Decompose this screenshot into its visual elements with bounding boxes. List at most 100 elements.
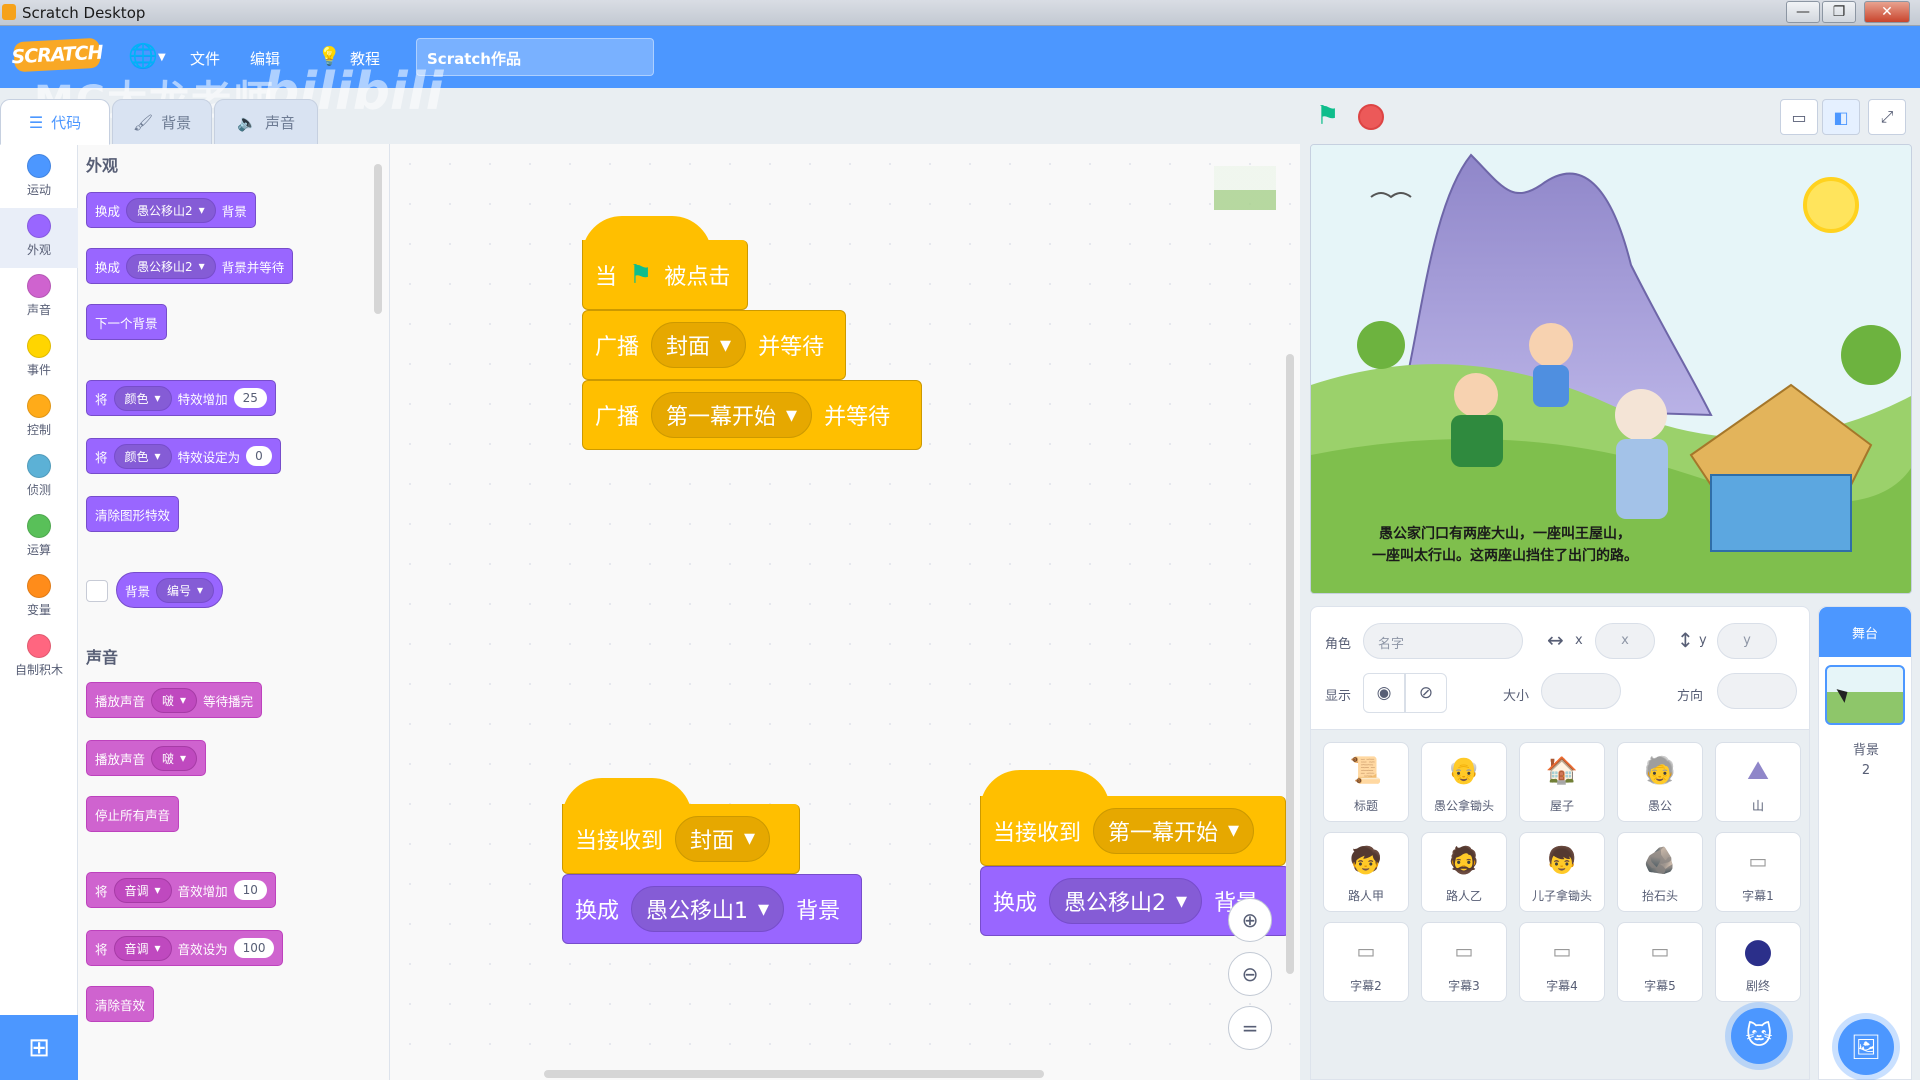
stop-button[interactable] [1358,104,1384,130]
sprite-tile[interactable]: 👦 儿子拿锄头 [1519,832,1605,912]
when-i-receive-block[interactable]: 当接收到 封面 ▾ [562,804,800,874]
sprite-direction-input[interactable] [1717,673,1797,709]
effect-dropdown[interactable]: 颜色 ▾ [113,385,172,411]
category-variables[interactable]: 变量 [0,568,78,628]
switch-backdrop-block[interactable]: 换成 愚公移山1 ▾ 背景 [562,874,862,944]
project-title-input[interactable]: Scratch作品 [416,38,654,76]
sprite-tile[interactable]: 🧔 路人乙 [1421,832,1507,912]
chevron-down-icon: ▾ [180,693,187,707]
sprite-tile[interactable]: ▭ 字幕1 [1715,832,1801,912]
backdrop-dropdown[interactable]: 愚公移山2 ▾ [126,197,216,223]
add-backdrop-button[interactable]: 🖼 [1838,1019,1894,1075]
start-sound-block[interactable]: 播放声音 啵 ▾ [86,740,207,776]
normal-stage-button[interactable]: ◧ [1822,99,1860,135]
sprite-tile[interactable]: 🧒 路人甲 [1323,832,1409,912]
broadcast-and-wait-block[interactable]: 广播 第一幕开始 ▾ 并等待 [582,380,922,450]
clear-effects-block[interactable]: 清除图形特效 [86,496,180,532]
restore-button[interactable]: ❐ [1822,1,1856,23]
palette-scrollbar[interactable] [374,164,382,314]
tab-sounds[interactable]: 🔈 声音 [214,99,318,145]
sound-dropdown[interactable]: 啵 ▾ [151,687,198,713]
sprite-tile[interactable]: ▭ 字幕5 [1617,922,1703,1002]
sprite-tile[interactable]: ⛰ 山 [1715,742,1801,822]
sprite-y-input[interactable]: y [1717,623,1777,659]
set-sound-effect-block[interactable]: 将 音调 ▾ 音效设为 100 [86,930,284,966]
when-flag-clicked-block[interactable]: 当 ⚑ 被点击 [582,240,748,310]
category-events[interactable]: 事件 [0,328,78,388]
backdrop-reporter-checkbox[interactable] [86,580,108,602]
sprite-size-input[interactable] [1541,673,1621,709]
close-button[interactable]: ✕ [1864,1,1910,23]
stop-all-sounds-block[interactable]: 停止所有声音 [86,796,180,832]
zoom-reset-button[interactable]: = [1228,1006,1272,1050]
hide-sprite-button[interactable]: ⊘ [1405,673,1447,713]
effect-dropdown[interactable]: 颜色 ▾ [113,443,172,469]
sound-effect-dropdown[interactable]: 音调 ▾ [113,877,172,903]
clear-sound-effects-block[interactable]: 清除音效 [86,986,155,1022]
category-my-blocks[interactable]: 自制积木 [0,628,78,688]
tree-icon [1841,325,1901,385]
sprite-x-input[interactable]: x [1595,623,1655,659]
sprite-tile[interactable]: 🏠 屋子 [1519,742,1605,822]
minimize-button[interactable]: — [1786,1,1820,23]
next-backdrop-block[interactable]: 下一个背景 [86,304,167,340]
category-sound[interactable]: 声音 [0,268,78,328]
sprite-tile[interactable]: 🧓 愚公 [1617,742,1703,822]
add-sprite-button[interactable]: 🐱 [1731,1008,1787,1064]
zoom-out-button[interactable]: ⊖ [1228,952,1272,996]
sprite-tile[interactable]: ▭ 字幕2 [1323,922,1409,1002]
stage-thumbnail[interactable] [1825,665,1905,725]
sprite-tile[interactable]: ● 剧终 [1715,922,1801,1002]
backdrop-attribute-dropdown[interactable]: 编号 ▾ [156,577,215,603]
green-flag-button[interactable]: ⚑ [1316,101,1339,131]
sprite-tile[interactable]: ▭ 字幕3 [1421,922,1507,1002]
small-stage-button[interactable]: ▭ [1780,99,1818,135]
script-workspace[interactable]: 当 ⚑ 被点击 广播 封面 ▾ 并等待 广播 第一幕开始 ▾ 并等待 当接收到 封面… [390,144,1300,1080]
tab-code[interactable]: ☰ 代码 [0,99,110,145]
workspace-vertical-scrollbar[interactable] [1286,354,1294,974]
globe-icon[interactable]: 🌐 [128,42,158,70]
set-effect-block[interactable]: 将 颜色 ▾ 特效设定为 0 [86,438,281,474]
zoom-in-button[interactable]: ⊕ [1228,898,1272,942]
category-motion[interactable]: 运动 [0,148,78,208]
backdrop-dropdown[interactable]: 愚公移山2 ▾ [1049,878,1203,924]
menu-file[interactable]: 文件 [190,48,220,69]
backdrop-dropdown[interactable]: 愚公移山2 ▾ [126,253,216,279]
sprite-tile[interactable]: 👴 愚公拿锄头 [1421,742,1507,822]
sound-effect-amount-input[interactable]: 10 [233,880,267,900]
stage-target-pane[interactable]: 舞台 背景 2 🖼 [1818,606,1912,1080]
category-operators[interactable]: 运算 [0,508,78,568]
backdrop-number-reporter[interactable]: 背景 编号 ▾ [116,572,224,608]
message-dropdown[interactable]: 封面 ▾ [651,322,747,368]
change-effect-block[interactable]: 将 颜色 ▾ 特效增加 25 [86,380,276,416]
change-sound-effect-block[interactable]: 将 音调 ▾ 音效增加 10 [86,872,276,908]
stage-canvas[interactable]: 愚公家门口有两座大山，一座叫王屋山， 一座叫太行山。这两座山挡住了出门的路。 [1310,144,1912,594]
broadcast-and-wait-block[interactable]: 广播 封面 ▾ 并等待 [582,310,846,380]
play-sound-until-done-block[interactable]: 播放声音 啵 ▾ 等待播完 [86,682,263,718]
category-sensing[interactable]: 侦测 [0,448,78,508]
fullscreen-button[interactable]: ⤢ [1868,99,1906,135]
switch-backdrop-block[interactable]: 换成 愚公移山2▾ 背景 [86,192,256,228]
workspace-horizontal-scrollbar[interactable] [544,1070,1044,1078]
speaker-icon: 🔈 [237,112,257,132]
sprite-tile[interactable]: ▭ 字幕4 [1519,922,1605,1002]
backdrop-dropdown[interactable]: 愚公移山1 ▾ [631,886,785,932]
effect-amount-input[interactable]: 25 [233,388,267,408]
message-dropdown[interactable]: 第一幕开始 ▾ [1093,807,1255,854]
sound-effect-dropdown[interactable]: 音调 ▾ [113,935,172,961]
message-dropdown[interactable]: 封面 ▾ [675,815,771,862]
switch-backdrop-wait-block[interactable]: 换成 愚公移山2 ▾ 背景并等待 [86,248,294,284]
sound-effect-value-input[interactable]: 100 [233,938,275,958]
sprite-tile[interactable]: 📜 标题 [1323,742,1409,822]
category-control[interactable]: 控制 [0,388,78,448]
sprite-tile[interactable]: 🪨 抬石头 [1617,832,1703,912]
category-looks[interactable]: 外观 [0,208,78,268]
sprite-name-input[interactable]: 名字 [1363,623,1523,659]
when-i-receive-block[interactable]: 当接收到 第一幕开始 ▾ [980,796,1286,866]
message-dropdown[interactable]: 第一幕开始 ▾ [651,392,813,438]
sound-dropdown[interactable]: 啵 ▾ [151,745,198,771]
add-extension-button[interactable]: ⊞ [0,1015,78,1080]
show-sprite-button[interactable]: ◉ [1363,673,1405,713]
tab-backdrops[interactable]: 🖌 背景 [112,99,212,145]
effect-value-input[interactable]: 0 [246,446,272,466]
